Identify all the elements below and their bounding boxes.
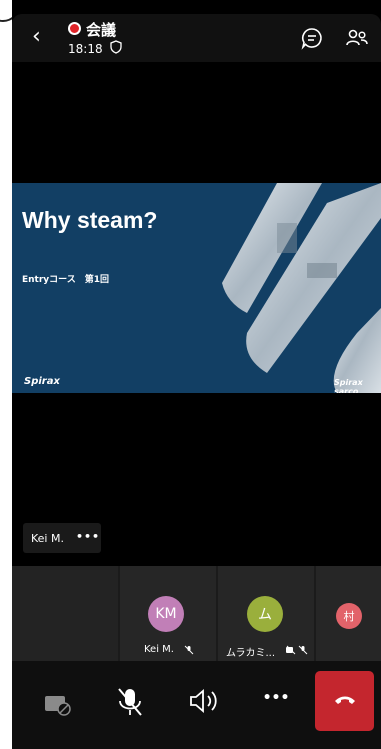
participant-tile[interactable]: 村 <box>316 566 381 661</box>
meeting-window: ‹ 会議 18:18 Why steam? Entryコース 第1回 Spira… <box>12 0 381 749</box>
hang-up-icon <box>335 696 355 704</box>
meeting-header: ‹ 会議 18:18 <box>12 14 381 62</box>
camera-off-icon <box>286 645 296 655</box>
spirax-sarco-logo: Spirax sarco <box>334 378 363 393</box>
participant-tile[interactable]: KM Kei M. <box>120 566 216 661</box>
self-view-tile <box>12 566 118 661</box>
speaker-button[interactable] <box>174 671 234 731</box>
shared-slide: Why steam? Entryコース 第1回 Spirax Spirax sa… <box>12 183 381 393</box>
mic-off-icon <box>184 645 194 655</box>
slide-pipes-image <box>222 183 381 393</box>
slide-title: Why steam? <box>22 207 158 233</box>
meeting-time: 18:18 <box>68 42 103 56</box>
speaker-name-tag: Kei M. ••• <box>23 523 101 553</box>
avatar: ム <box>247 596 283 632</box>
participant-strip: KM Kei M. ム ムラカミ... 村 <box>12 566 381 661</box>
participant-name: Kei M. <box>144 644 174 655</box>
call-controls: ••• <box>12 661 381 749</box>
end-call-button[interactable] <box>315 671 374 731</box>
mic-off-icon <box>298 645 308 655</box>
camera-off-button[interactable] <box>28 671 88 731</box>
meeting-title: 会議 <box>86 21 117 39</box>
avatar: 村 <box>336 603 362 629</box>
speaker-name: Kei M. <box>31 532 64 545</box>
recording-icon <box>68 22 81 35</box>
speaker-more-button[interactable]: ••• <box>76 530 100 543</box>
shield-icon <box>110 40 122 54</box>
mic-off-button[interactable] <box>100 671 160 731</box>
page-margin <box>0 0 12 749</box>
slide-subtitle: Entryコース 第1回 <box>22 275 109 285</box>
chat-icon[interactable] <box>300 26 324 50</box>
participants-icon[interactable] <box>345 26 369 50</box>
avatar: KM <box>148 596 184 632</box>
more-options-button[interactable]: ••• <box>246 690 306 706</box>
back-icon[interactable]: ‹ <box>32 26 41 48</box>
participant-tile[interactable]: ム ムラカミ... <box>218 566 314 661</box>
participant-name: ムラカミ... <box>226 648 276 659</box>
spirax-logo: Spirax <box>24 376 60 387</box>
